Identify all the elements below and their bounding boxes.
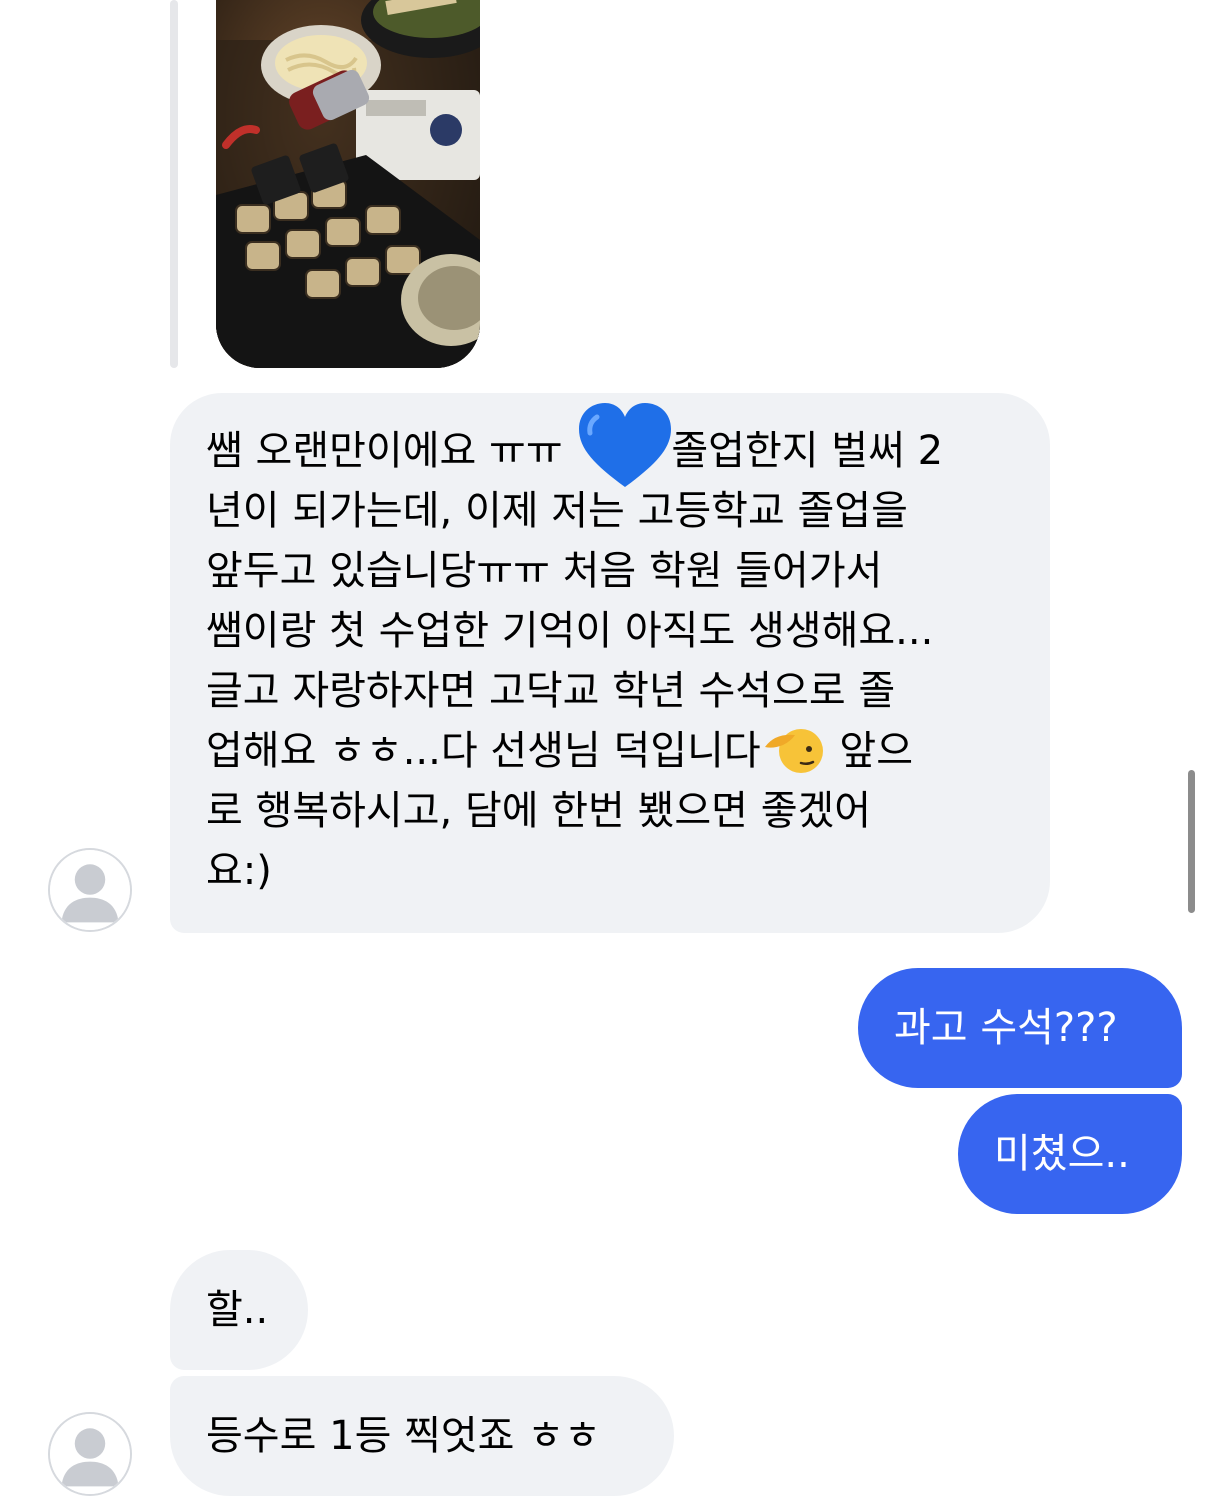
message-text: 업해요 ㅎㅎ...다 선생님 덕입니다: [206, 728, 761, 774]
shared-photo[interactable]: [216, 0, 480, 368]
scrollbar[interactable]: [1188, 770, 1195, 913]
reply-indicator-bar: [170, 0, 178, 368]
message-line: 업해요 ㅎㅎ...다 선생님 덕입니다 앞으: [206, 721, 1020, 781]
incoming-message[interactable]: 할..: [170, 1250, 308, 1370]
message-line: 앞두고 있습니당ㅠㅠ 처음 학원 들어가서: [206, 548, 883, 594]
message-text: 졸업한지 벌써 2: [671, 428, 944, 474]
outgoing-message[interactable]: 미쳤으..: [958, 1094, 1182, 1214]
incoming-message-long[interactable]: 쌤 오랜만이에요 ㅠㅠ 졸업한지 벌써 2 년이 되가는데, 이제 저는 고등학…: [170, 393, 1050, 933]
chat-screen: 쌤 오랜만이에요 ㅠㅠ 졸업한지 벌써 2 년이 되가는데, 이제 저는 고등학…: [0, 0, 1206, 1507]
message-line: 요:): [206, 848, 272, 894]
outgoing-message[interactable]: 과고 수석???: [858, 968, 1182, 1088]
message-line: 쌤이랑 첫 수업한 기억이 아직도 생생해요...: [206, 608, 934, 654]
message-text: 앞으: [826, 728, 914, 774]
message-text: 쌤 오랜만이에요 ㅠㅠ: [206, 428, 576, 474]
message-line: 쌤 오랜만이에요 ㅠㅠ 졸업한지 벌써 2: [206, 403, 1020, 487]
default-profile-icon[interactable]: [48, 848, 132, 932]
incoming-message[interactable]: 등수로 1등 찍엇죠 ㅎㅎ: [170, 1376, 674, 1496]
default-profile-icon[interactable]: [48, 1412, 132, 1496]
message-line: 로 행복하시고, 담에 한번 뵀으면 좋겠어: [206, 788, 872, 834]
food-photo-image: [216, 0, 480, 368]
saluting-face-icon: [761, 723, 827, 783]
blue-heart-icon: [575, 403, 672, 487]
message-line: 글고 자랑하자면 고닥교 학년 수석으로 졸: [206, 668, 896, 714]
